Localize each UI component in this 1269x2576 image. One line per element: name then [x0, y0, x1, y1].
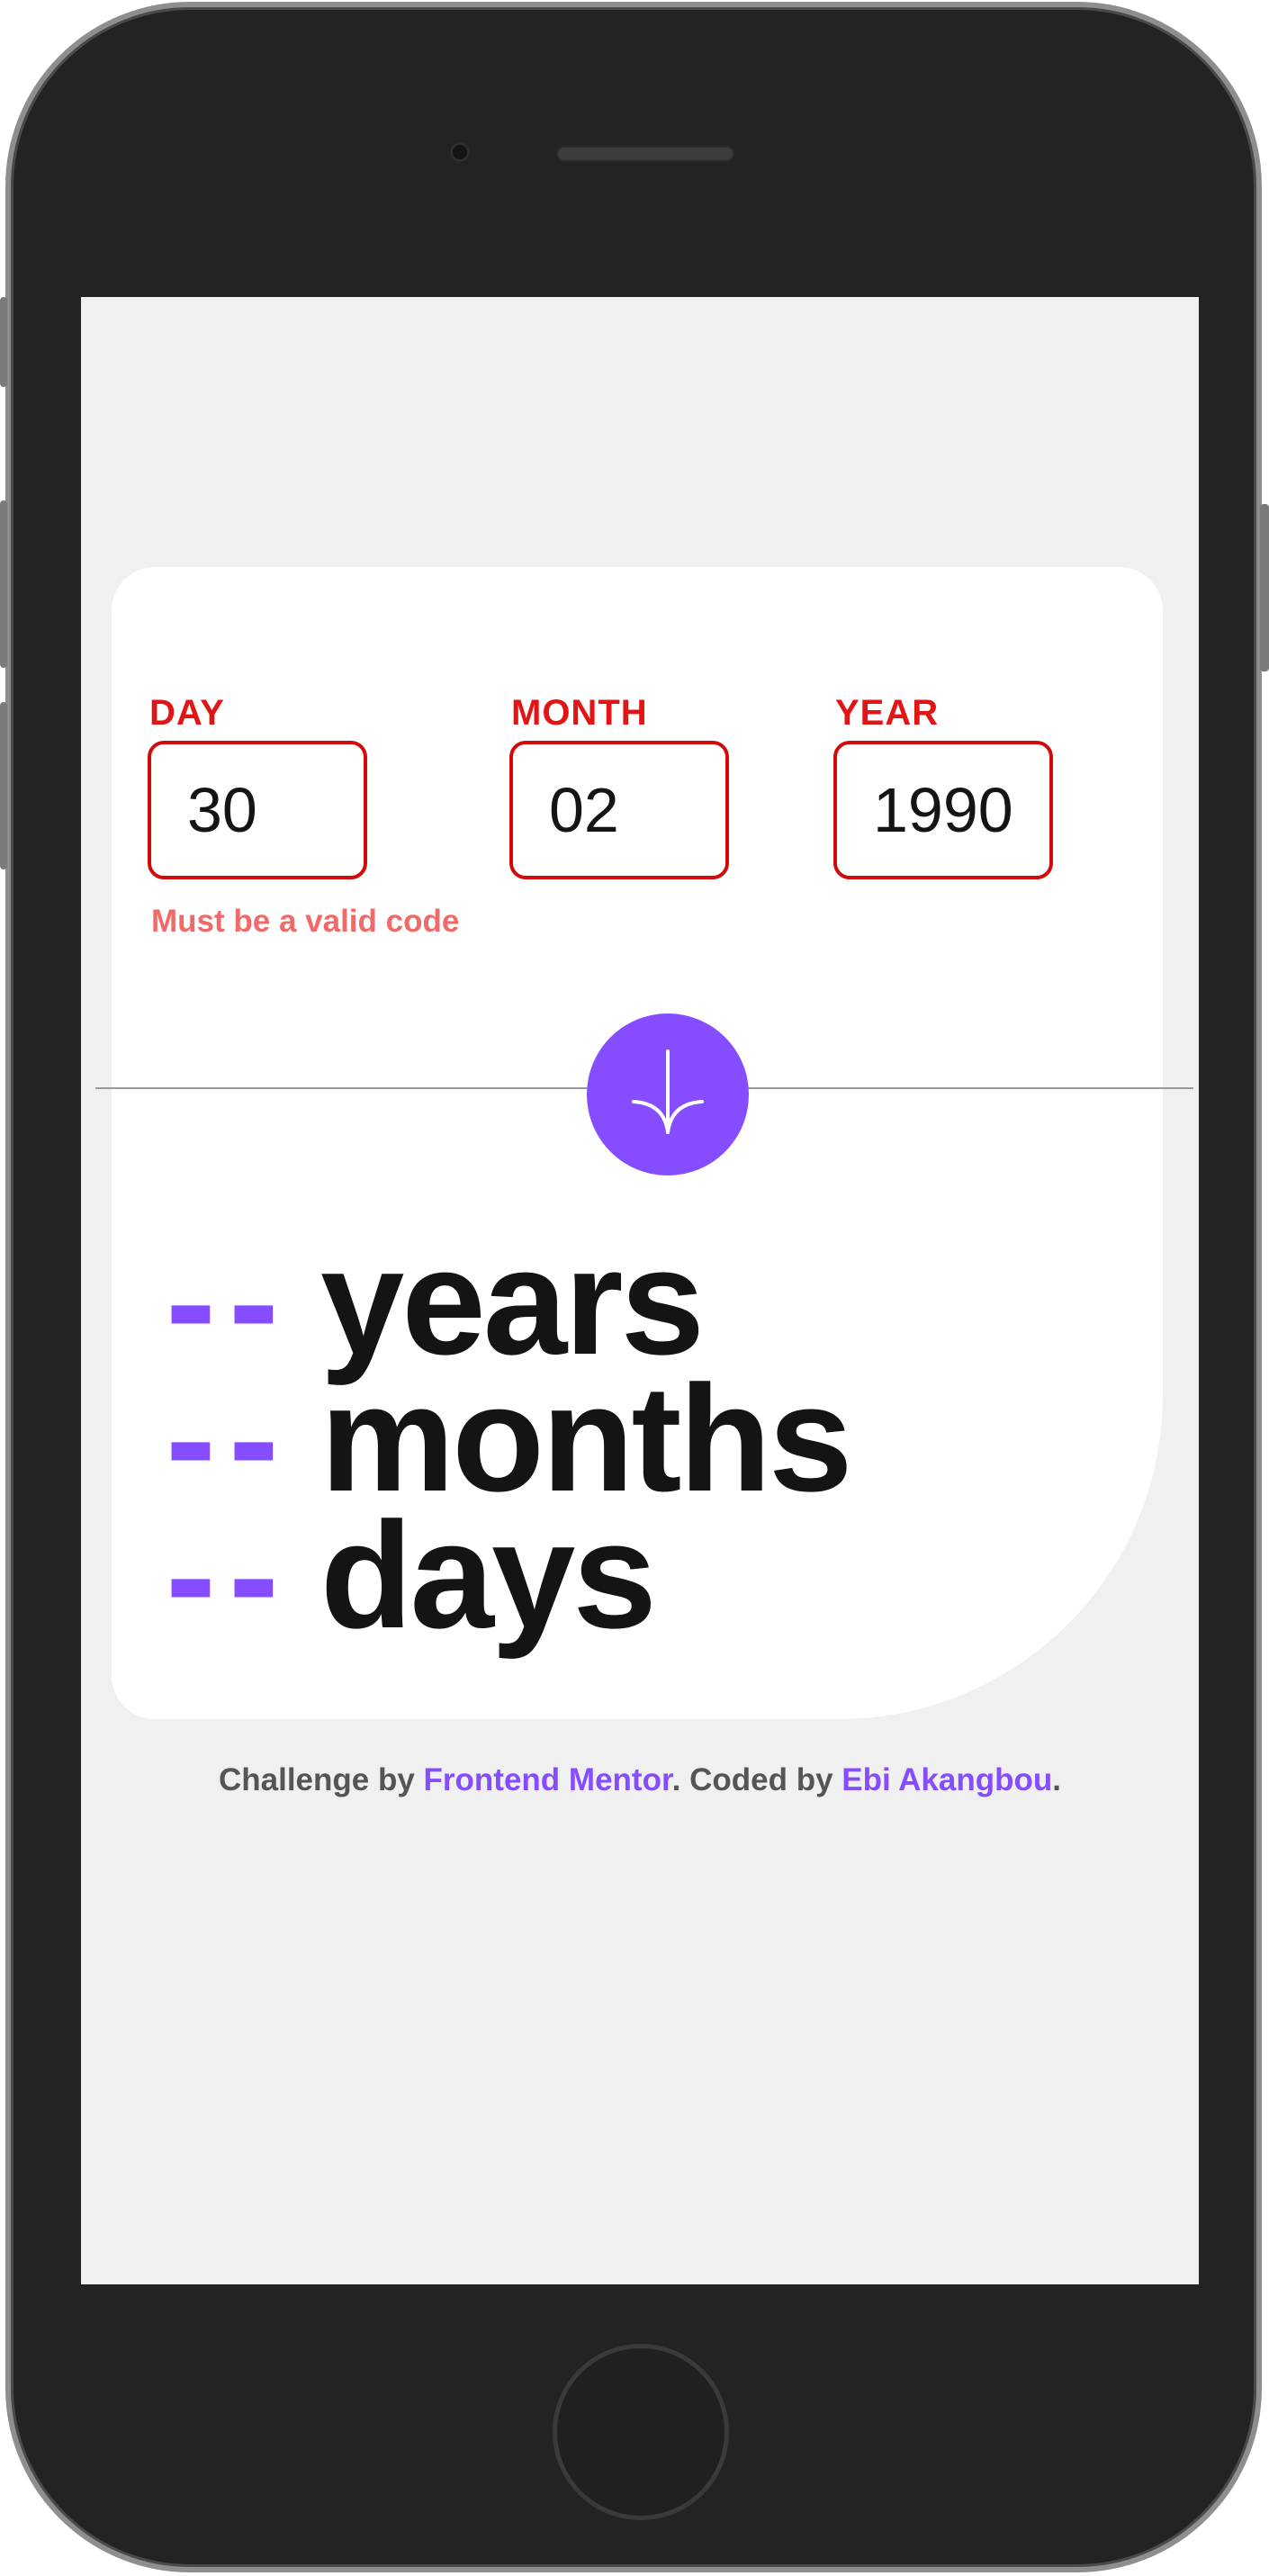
submit-button[interactable] [587, 1013, 749, 1175]
arrow-down-icon [632, 1049, 704, 1134]
result-months: -- months [166, 1354, 853, 1523]
speaker-grille [556, 146, 734, 162]
day-label: DAY [149, 693, 225, 733]
day-input[interactable] [148, 741, 367, 879]
result-days: -- days [166, 1491, 850, 1660]
home-button[interactable] [553, 2344, 729, 2520]
footer-prefix: Challenge by [218, 1762, 415, 1797]
camera-icon [450, 142, 470, 162]
age-calculator-card: DAY MONTH YEAR Must be a valid code [95, 567, 1193, 1719]
volume-up-button [0, 500, 7, 668]
year-input[interactable] [833, 741, 1053, 879]
volume-down-button [0, 702, 7, 869]
author-link[interactable]: Ebi Akangbou [842, 1762, 1052, 1797]
attribution-footer: Challenge by Frontend Mentor. Coded by E… [81, 1762, 1199, 1798]
footer-middle: . Coded by [671, 1762, 833, 1797]
results: -- years -- months -- days [166, 1217, 853, 1660]
frontend-mentor-link[interactable]: Frontend Mentor [424, 1762, 672, 1797]
footer-suffix: . [1052, 1762, 1061, 1797]
mute-switch [0, 297, 7, 387]
year-field: YEAR [833, 693, 1053, 879]
power-button [1260, 504, 1269, 671]
day-error-message: Must be a valid code [151, 904, 460, 939]
days-unit: days [320, 1490, 657, 1660]
year-label: YEAR [835, 693, 940, 733]
days-value: -- [166, 1490, 292, 1660]
screen: DAY MONTH YEAR Must be a valid code [81, 297, 1199, 2284]
month-label: MONTH [511, 693, 648, 733]
phone-frame: DAY MONTH YEAR Must be a valid code [5, 2, 1262, 2572]
month-field: MONTH [509, 693, 729, 879]
month-input[interactable] [509, 741, 729, 879]
result-years: -- years [166, 1217, 850, 1386]
day-field: DAY [148, 693, 367, 879]
